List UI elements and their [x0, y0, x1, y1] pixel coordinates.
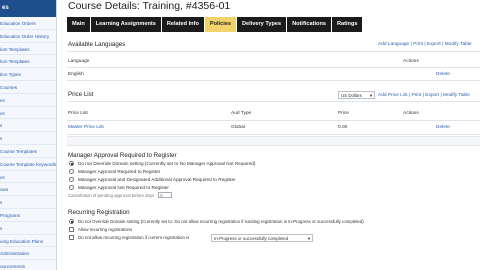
price-col-actions: Actions — [403, 111, 419, 116]
tab-ratings[interactable]: Ratings — [331, 17, 363, 32]
sidebar-item[interactable]: Education Orders — [0, 17, 56, 30]
checkbox[interactable] — [69, 227, 74, 232]
sidebar-item[interactable]: es — [0, 171, 56, 184]
recurring-status-value: In-Progress or successfully completed — [214, 236, 289, 241]
approval-option[interactable]: Do not Override Domain setting (Currentl… — [69, 161, 255, 166]
currency-select[interactable]: US Dollars ▼ — [338, 91, 375, 99]
approval-option-label: Do not Override Domain setting (Currentl… — [78, 161, 256, 166]
languages-links[interactable]: Add Language | Print | Export | Modify T… — [378, 42, 472, 47]
sidebar-item[interactable]: ows — [0, 183, 56, 197]
divider — [67, 67, 480, 68]
radio-selected[interactable] — [69, 219, 74, 224]
sidebar-item[interactable]: s — [0, 132, 56, 145]
recurring-option-label: Do not Override Domain setting (Currentl… — [78, 219, 364, 224]
divider — [67, 120, 480, 121]
checkbox[interactable] — [69, 235, 74, 240]
tab-notifications[interactable]: Notifications — [287, 17, 331, 32]
languages-col-language: Language — [68, 59, 90, 64]
sidebar: es Education Orders Education Order Histo… — [0, 0, 57, 270]
approval-option[interactable]: Manager Approval Required to Register — [69, 169, 160, 174]
master-price-list-link[interactable]: Master Price List — [68, 125, 104, 130]
languages-col-actions: Actions — [403, 59, 419, 64]
sidebar-item[interactable]: Administration — [0, 247, 56, 261]
language-delete-link[interactable]: Delete — [436, 72, 450, 77]
approval-option-label: Manager Approval Not Required to Registe… — [78, 185, 169, 190]
sidebar-item[interactable]: es — [0, 107, 56, 120]
tab-main[interactable]: Main — [67, 17, 90, 32]
divider — [67, 80, 480, 81]
sidebar-item[interactable]: ouncements — [0, 260, 56, 270]
tab-bar: Main Learning Assignments Related Info P… — [67, 17, 363, 32]
sidebar-item[interactable]: Education Order History — [0, 30, 56, 43]
approval-option[interactable]: Manager Approval and Designated Addition… — [69, 177, 236, 182]
price-col-aud-type: Aud Type — [231, 111, 252, 116]
recurring-option[interactable]: Do not allow recurring registration if c… — [69, 235, 189, 240]
recurring-option[interactable]: Do not Override Domain setting (Currentl… — [69, 219, 364, 224]
tab-learning-assignments[interactable]: Learning Assignments — [90, 17, 161, 32]
sidebar-item[interactable]: lum Templates — [0, 43, 56, 56]
recurring-option-label: Allow recurring registrations — [78, 227, 133, 232]
cancellation-row: Cancellation of pending approval before … — [68, 192, 173, 198]
sidebar-item[interactable]: s — [0, 222, 56, 235]
recurring-title: Recurring Registration — [68, 209, 130, 216]
sidebar-item[interactable]: uing Education Plans — [0, 235, 56, 248]
approval-option-label: Manager Approval Required to Register — [78, 169, 161, 174]
recurring-status-select[interactable]: In-Progress or successfully completed ▼ — [211, 234, 313, 242]
price-list-title: Price List — [68, 91, 94, 98]
sidebar-item[interactable]: Courses — [0, 81, 56, 94]
currency-select-value: US Dollars — [341, 93, 362, 98]
cancellation-days-input[interactable]: 0 — [158, 192, 173, 198]
radio-selected[interactable] — [69, 161, 74, 166]
divider — [67, 134, 480, 135]
approval-option-label: Manager Approval and Designated Addition… — [78, 177, 236, 182]
radio[interactable] — [69, 169, 74, 174]
price-delete-link[interactable]: Delete — [436, 125, 450, 130]
radio[interactable] — [69, 185, 74, 190]
tab-delivery-types[interactable]: Delivery Types — [237, 17, 287, 32]
spacer-bar — [67, 136, 480, 146]
radio[interactable] — [69, 177, 74, 182]
chevron-down-icon: ▼ — [369, 93, 373, 98]
sidebar-item[interactable]: Programs — [0, 209, 56, 222]
tab-related-info[interactable]: Related Info — [161, 17, 204, 32]
price-cell: 0.00 — [338, 125, 348, 130]
sidebar-item[interactable]: tion Types — [0, 68, 56, 81]
divider — [67, 101, 480, 102]
divider — [67, 51, 480, 52]
recurring-option[interactable]: Allow recurring registrations — [69, 227, 132, 232]
approval-option[interactable]: Manager Approval Not Required to Registe… — [69, 185, 169, 190]
tab-policies[interactable]: Policies — [204, 17, 237, 32]
language-cell: English — [68, 72, 84, 77]
sidebar-header: es — [0, 0, 56, 17]
price-col-price-list: Price List — [68, 111, 88, 116]
sidebar-item[interactable]: s — [0, 196, 56, 209]
chevron-down-icon: ▼ — [307, 236, 311, 241]
sidebar-item[interactable]: Course Templates — [0, 145, 56, 158]
languages-title: Available Languages — [68, 41, 126, 48]
recurring-option-label: Do not allow recurring registration if c… — [78, 235, 190, 240]
page-title: Course Details: Training, #4356-01 — [68, 0, 231, 12]
sidebar-item[interactable]: Course Template Keywords — [0, 158, 56, 171]
sidebar-item[interactable]: s — [0, 119, 56, 133]
cancellation-label: Cancellation of pending approval before … — [68, 192, 155, 198]
manager-approval-title: Manager Approval Required to Register — [68, 152, 177, 159]
price-col-price: Price — [338, 111, 349, 116]
aud-type-cell: Global — [231, 125, 245, 130]
sidebar-item[interactable]: lum Templates — [0, 55, 56, 69]
price-list-links[interactable]: Add Price List | Print | Export | Modify… — [378, 93, 470, 98]
sidebar-item[interactable]: es — [0, 94, 56, 107]
